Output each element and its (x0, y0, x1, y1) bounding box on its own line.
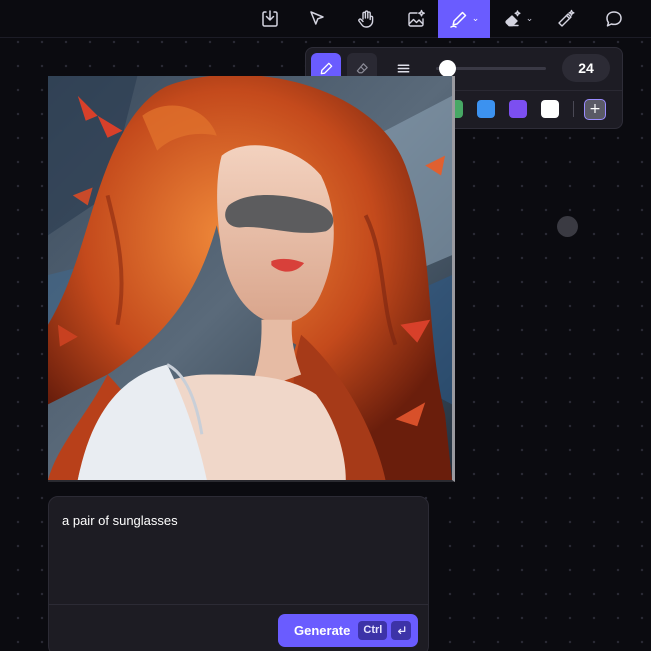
generate-image-tool-button[interactable] (394, 0, 438, 38)
pen-dropdown-chevron-icon[interactable]: ⌄ (472, 14, 480, 24)
shortcut-ctrl-key: Ctrl (358, 621, 388, 640)
enter-icon (397, 626, 406, 635)
top-toolbar: ⌄ ⌄ (0, 0, 651, 38)
pen-icon (449, 11, 466, 28)
pan-tool-button[interactable] (344, 0, 388, 38)
canvas-image[interactable] (48, 76, 455, 482)
import-tool-button[interactable] (248, 0, 292, 38)
comment-icon (606, 11, 622, 27)
cursor-icon (310, 11, 324, 25)
shortcut-enter-key (391, 621, 412, 640)
swatch-separator (573, 101, 574, 117)
select-tool-button[interactable] (295, 0, 339, 38)
magic-eraser-tool-button[interactable]: ⌄ (494, 0, 542, 38)
prompt-panel: a pair of sunglasses Generate Ctrl (48, 496, 429, 651)
brush-size-slider-thumb[interactable] (438, 60, 456, 77)
import-icon (262, 10, 278, 27)
menu-lines-icon (397, 63, 409, 73)
magic-wand-tool-button[interactable] (544, 0, 588, 38)
pen-tool-button[interactable]: ⌄ (438, 0, 490, 38)
hand-icon (358, 10, 374, 28)
comment-tool-button[interactable] (592, 0, 636, 38)
generate-button-label: Generate (294, 623, 351, 638)
portrait-illustration (48, 76, 452, 480)
color-swatch-blue[interactable] (477, 100, 495, 118)
color-swatch-purple[interactable] (509, 100, 527, 118)
pen-icon (320, 62, 332, 74)
magic-eraser-dropdown-chevron-icon[interactable]: ⌄ (526, 14, 534, 24)
magic-eraser-icon (505, 10, 521, 27)
prompt-input[interactable]: a pair of sunglasses (62, 513, 178, 528)
eraser-icon (356, 62, 368, 73)
prompt-divider (49, 604, 428, 605)
magic-wand-icon (558, 9, 575, 27)
brush-cursor-preview (557, 216, 578, 237)
add-custom-color-button[interactable]: + (584, 99, 606, 120)
color-swatch-white[interactable] (541, 100, 559, 118)
image-sparkle-icon (408, 9, 425, 27)
brush-size-value[interactable]: 24 (562, 54, 610, 82)
generate-button[interactable]: Generate Ctrl (278, 614, 418, 647)
